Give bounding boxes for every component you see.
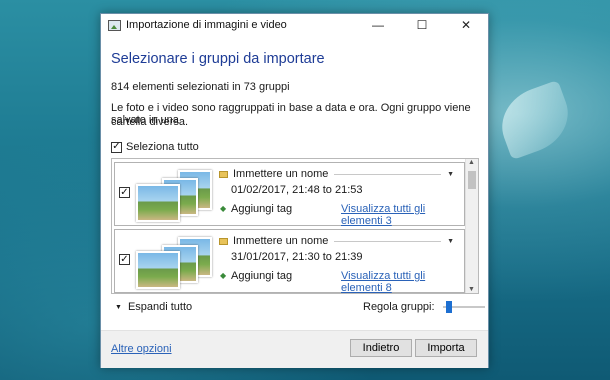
add-tag-label: Aggiungi tag [231, 270, 293, 282]
import-dialog: Importazione di immagini e video — ☐ ✕ S… [100, 13, 489, 368]
group-checkbox[interactable]: ✓ [119, 254, 130, 265]
list-item: ✓ Immettere un nome ▼ 01/02/2017, 21:48 … [114, 162, 465, 227]
expand-all-label: Espandi tutto [127, 301, 193, 313]
photo-import-icon [108, 19, 121, 31]
import-button[interactable]: Importa [415, 339, 477, 357]
view-all-link[interactable]: Visualizza tutti gli elementi 3 [341, 203, 464, 227]
checkmark-icon: ✓ [111, 141, 122, 153]
selection-summary: 814 elementi selezionati in 73 gruppi [111, 81, 290, 93]
chevron-down-icon[interactable]: ▼ [447, 238, 454, 245]
title-bar: Importazione di immagini e video — ☐ ✕ [101, 14, 488, 36]
group-name-field[interactable]: Immettere un nome ▼ [219, 168, 454, 180]
chevron-down-icon[interactable]: ▼ [447, 171, 454, 178]
select-all-checkbox[interactable]: ✓ Seleziona tutto [111, 141, 199, 153]
scrollbar[interactable]: ▲ ▼ [465, 159, 478, 293]
page-title: Selezionare i gruppi da importare [111, 51, 325, 67]
divider [334, 173, 442, 175]
window-title: Importazione di immagini e video [126, 19, 287, 31]
groups-list[interactable]: ✓ Immettere un nome ▼ 01/02/2017, 21:48 … [111, 158, 479, 294]
group-name-field[interactable]: Immettere un nome ▼ [219, 235, 454, 247]
slider-knob[interactable] [445, 301, 452, 313]
folder-icon [219, 237, 228, 245]
group-adjust: Regola gruppi: [363, 301, 485, 313]
tag-icon: ◆ [220, 271, 227, 280]
more-options-link[interactable]: Altre opzioni [111, 343, 172, 355]
divider [334, 240, 442, 242]
group-name: Immettere un nome [233, 168, 329, 180]
group-date: 31/01/2017, 21:30 to 21:39 [231, 251, 363, 263]
photo-stack-icon [134, 166, 212, 224]
group-checkbox[interactable]: ✓ [119, 187, 130, 198]
group-name: Immettere un nome [233, 235, 329, 247]
group-date: 01/02/2017, 21:48 to 21:53 [231, 184, 363, 196]
list-item: ✓ Immettere un nome ▼ 31/01/2017, 21:30 … [114, 229, 465, 293]
dialog-footer: Altre opzioni Indietro Importa [101, 330, 488, 368]
view-all-link[interactable]: Visualizza tutti gli elementi 8 [341, 270, 464, 293]
back-button[interactable]: Indietro [350, 339, 412, 357]
group-adjust-label: Regola gruppi: [363, 301, 435, 313]
chevron-down-icon: ▼ [115, 303, 122, 311]
window-controls: — ☐ ✕ [356, 14, 488, 36]
minimize-button[interactable]: — [356, 14, 400, 36]
scroll-up-icon[interactable]: ▲ [468, 159, 475, 166]
photo-stack-icon [134, 233, 212, 291]
folder-icon [219, 170, 228, 178]
group-adjust-slider[interactable] [442, 301, 485, 313]
scroll-down-icon[interactable]: ▼ [468, 286, 475, 293]
expand-all-button[interactable]: ▼ Espandi tutto [115, 301, 192, 313]
maximize-button[interactable]: ☐ [400, 14, 444, 36]
add-tag-label: Aggiungi tag [231, 203, 293, 215]
scrollbar-thumb[interactable] [468, 171, 476, 189]
add-tag-button[interactable]: ◆ Aggiungi tag [220, 203, 292, 215]
select-all-label: Seleziona tutto [126, 141, 199, 153]
add-tag-button[interactable]: ◆ Aggiungi tag [220, 270, 292, 282]
tag-icon: ◆ [220, 204, 227, 213]
close-button[interactable]: ✕ [444, 14, 488, 36]
description-line-2: cartella diversa. [111, 116, 189, 128]
